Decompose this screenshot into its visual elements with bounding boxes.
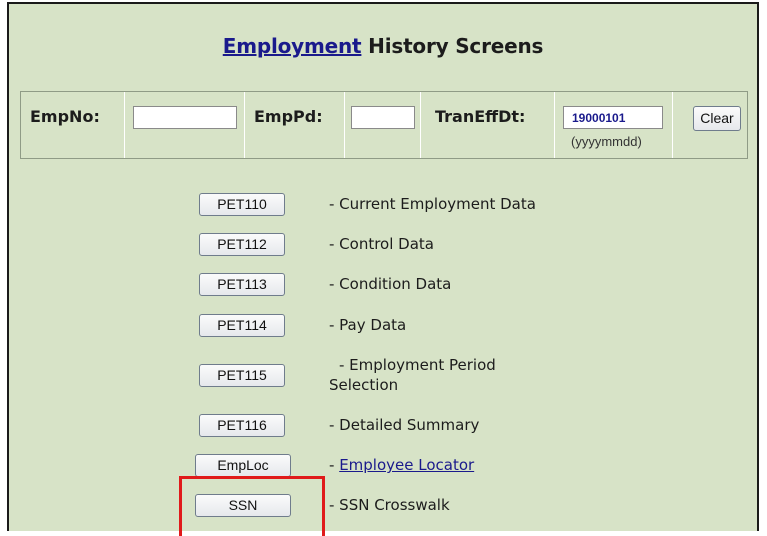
pet112-desc: - Control Data	[329, 235, 434, 253]
emploc-button[interactable]: EmpLoc	[195, 454, 291, 477]
tran-eff-dt-input-box[interactable]	[563, 106, 672, 129]
emp-pd-label-cell: EmpPd:	[245, 92, 345, 158]
filter-bar: EmpNo: EmpPd: TranEffDt: (yyyymmdd) Clea…	[20, 91, 748, 159]
pet116-desc: - Detailed Summary	[329, 416, 480, 434]
emp-no-input[interactable]	[133, 106, 237, 129]
emp-pd-input[interactable]	[351, 106, 415, 129]
pet110-button[interactable]: PET110	[199, 193, 285, 216]
employment-history-panel: Employment History Screens EmpNo: EmpPd:…	[7, 2, 759, 536]
clear-button[interactable]: Clear	[693, 106, 741, 131]
tran-eff-dt-input[interactable]	[564, 110, 672, 126]
pet116-button[interactable]: PET116	[199, 414, 285, 437]
tran-label-cell: TranEffDt:	[421, 92, 555, 158]
title-rest: History Screens	[361, 34, 544, 58]
emploc-desc-prefix: -	[329, 456, 340, 474]
pet115-button[interactable]: PET115	[199, 364, 285, 387]
pet115-desc: - Employment Period Selection	[329, 355, 496, 395]
pet113-button[interactable]: PET113	[199, 273, 285, 296]
clear-cell: Clear	[673, 92, 749, 158]
employee-locator-link[interactable]: Employee Locator	[339, 456, 474, 474]
emp-pd-label: EmpPd:	[254, 107, 323, 126]
emp-no-label-cell: EmpNo:	[21, 92, 125, 158]
pet114-button[interactable]: PET114	[199, 314, 285, 337]
pet112-button[interactable]: PET112	[199, 233, 285, 256]
pet115-desc-line2: Selection	[329, 376, 399, 394]
date-format-hint: (yyyymmdd)	[571, 134, 642, 149]
pet113-desc: - Condition Data	[329, 275, 452, 293]
tran-input-cell: (yyyymmdd)	[555, 92, 673, 158]
highlight-box	[179, 476, 325, 536]
page-title: Employment History Screens	[9, 34, 757, 58]
employment-title-link[interactable]: Employment	[223, 34, 362, 58]
emploc-desc: - Employee Locator	[329, 455, 474, 475]
pet115-desc-line1: - Employment Period	[339, 356, 496, 374]
emp-pd-input-cell	[345, 92, 421, 158]
tran-eff-dt-label: TranEffDt:	[435, 107, 526, 126]
ssn-desc: - SSN Crosswalk	[329, 496, 450, 514]
emp-no-input-cell	[125, 92, 245, 158]
pet114-desc: - Pay Data	[329, 316, 407, 334]
pet110-desc: - Current Employment Data	[329, 195, 536, 213]
emp-no-label: EmpNo:	[30, 107, 100, 126]
